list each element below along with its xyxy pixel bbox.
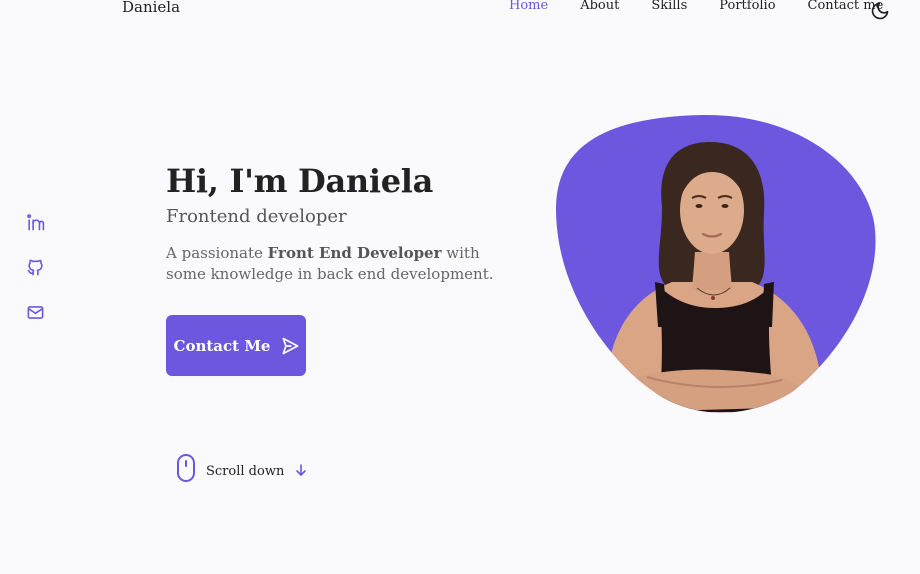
nav-portfolio[interactable]: Portfolio — [719, 0, 775, 15]
hero-subtitle: Frontend developer — [166, 206, 347, 227]
main-nav: Home About Skills Portfolio Contact me — [509, 0, 883, 15]
hero-title: Hi, I'm Daniela — [166, 162, 434, 200]
hero-description: A passionate Front End Developer with so… — [166, 243, 506, 285]
nav-skills[interactable]: Skills — [651, 0, 687, 15]
send-icon — [282, 337, 299, 354]
linkedin-icon[interactable] — [26, 213, 45, 232]
moon-icon[interactable] — [870, 1, 890, 21]
scroll-down-label: Scroll down — [206, 463, 285, 479]
hero-desc-text: A passionate — [166, 244, 268, 262]
hero-desc-highlight: Front End Developer — [267, 244, 442, 262]
nav-about[interactable]: About — [580, 0, 619, 15]
profile-image — [556, 114, 876, 413]
mail-icon[interactable] — [26, 303, 45, 322]
contact-me-button[interactable]: Contact Me — [166, 315, 306, 376]
brand-logo[interactable]: Daniela — [122, 0, 180, 16]
github-icon[interactable] — [26, 258, 45, 277]
social-links — [26, 213, 45, 322]
contact-me-label: Contact Me — [173, 336, 271, 355]
arrow-down-icon — [296, 464, 307, 476]
site-header: Daniela Home About Skills Portfolio Cont… — [0, 0, 920, 32]
scroll-down-link[interactable]: Scroll down — [176, 453, 308, 483]
mouse-icon — [177, 454, 195, 482]
nav-home[interactable]: Home — [509, 0, 548, 15]
